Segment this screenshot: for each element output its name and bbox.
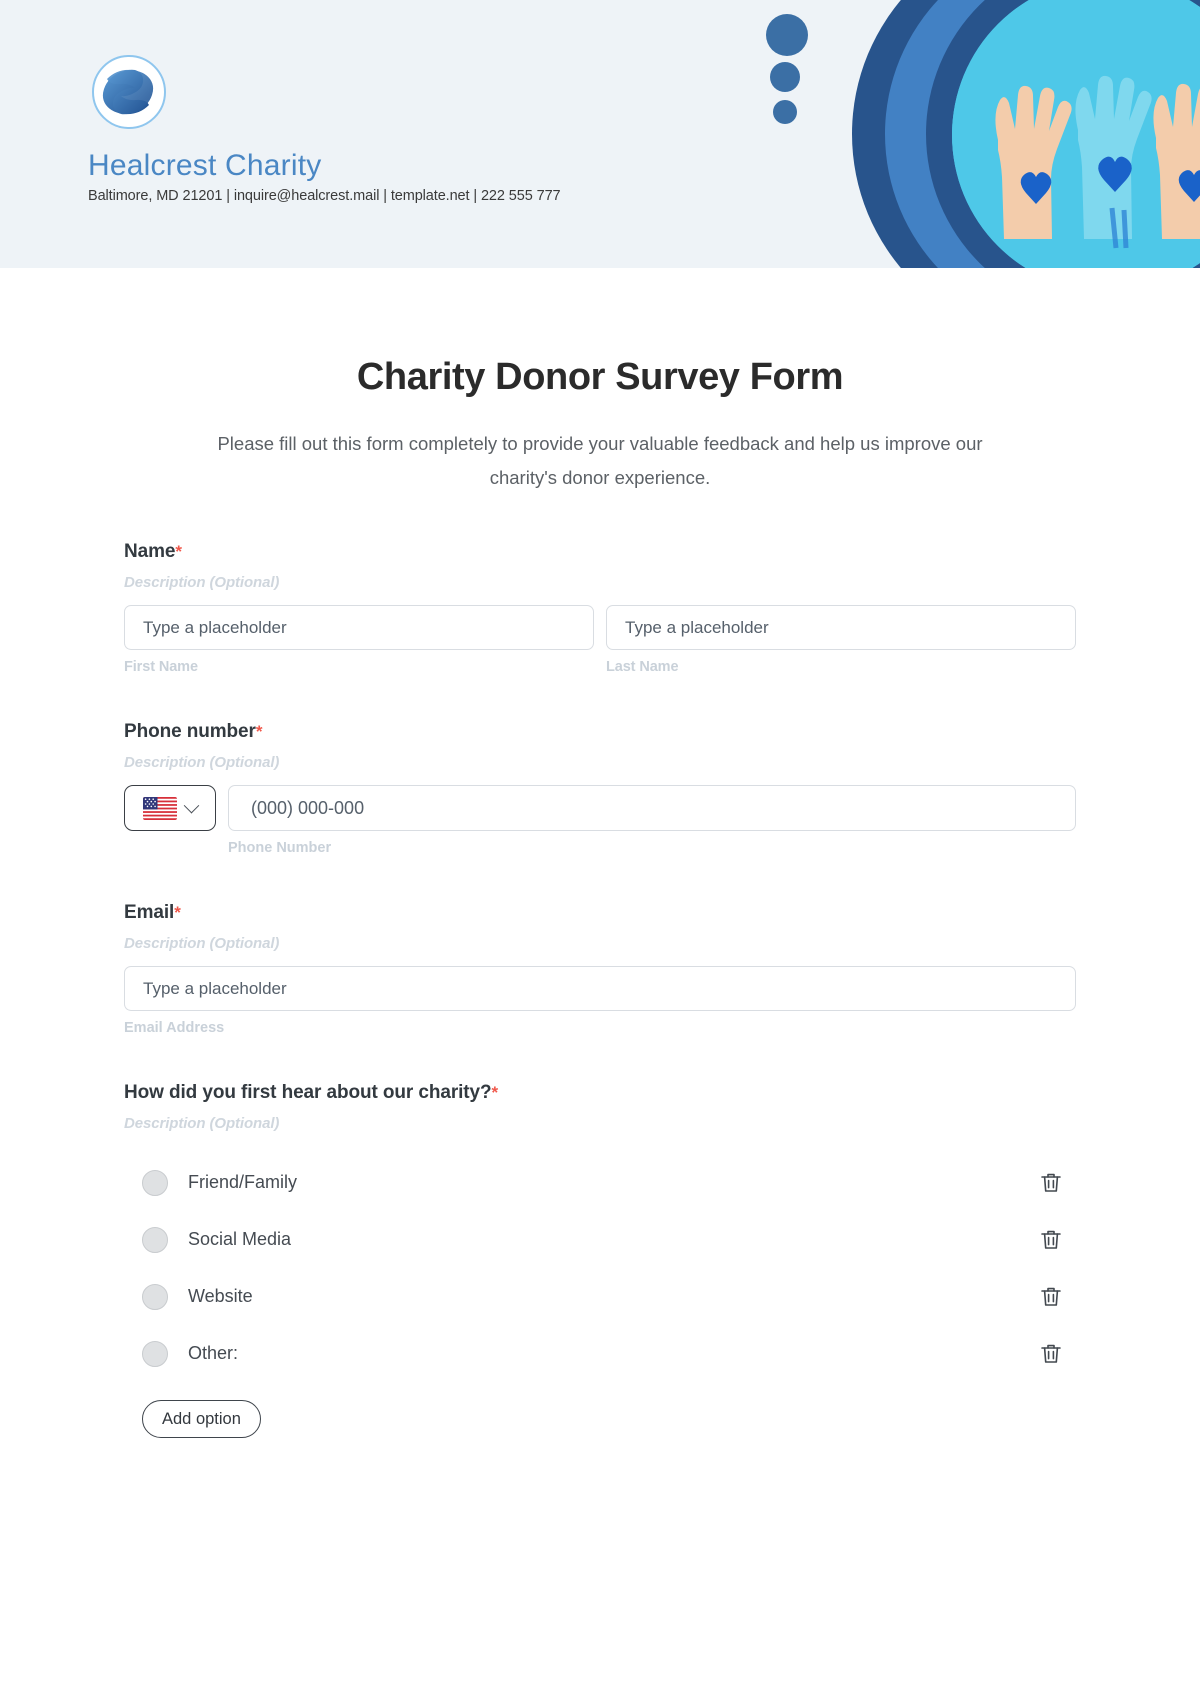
trash-icon[interactable]	[1038, 1284, 1064, 1310]
trash-icon[interactable]	[1038, 1341, 1064, 1367]
phone-number-input[interactable]	[228, 785, 1076, 832]
hear-about-options: Friend/Family Social Media Website Other…	[124, 1154, 1076, 1382]
add-option-button[interactable]: Add option	[142, 1400, 261, 1439]
field-name-label-text: Name	[124, 541, 176, 563]
field-hear-about: How did you first hear about our charity…	[124, 1082, 1076, 1439]
field-phone: Phone number* Description (Optional) (00…	[124, 721, 1076, 856]
raised-hands-photo-icon	[952, 0, 1200, 268]
decorative-dot-large	[766, 14, 808, 56]
header-decoration	[730, 0, 1200, 268]
field-email-description: Description (Optional)	[124, 935, 280, 953]
us-flag-icon	[143, 796, 177, 820]
radio-button[interactable]	[142, 1340, 168, 1367]
trash-icon[interactable]	[1038, 1170, 1064, 1196]
required-asterisk: *	[491, 1083, 499, 1103]
form-sheet: Charity Donor Survey Form Please fill ou…	[0, 268, 1200, 1439]
chevron-down-icon	[183, 797, 200, 814]
field-phone-description: Description (Optional)	[124, 754, 280, 772]
field-name: Name* Description (Optional) First Name …	[124, 541, 1076, 675]
email-sublabel: Email Address	[124, 1020, 225, 1037]
field-email: Email* Description (Optional) Email Addr…	[124, 902, 1076, 1036]
field-name-label: Name*	[124, 541, 1076, 563]
first-name-input[interactable]	[124, 605, 594, 651]
field-email-label: Email*	[124, 902, 1076, 924]
brand-block: Healcrest Charity Baltimore, MD 21201 | …	[88, 55, 708, 204]
country-code-select[interactable]	[124, 785, 216, 832]
phone-sublabel: Phone Number	[228, 840, 332, 857]
radio-button[interactable]	[142, 1226, 168, 1253]
decorative-dot-medium	[770, 62, 800, 92]
page-header: Healcrest Charity Baltimore, MD 21201 | …	[0, 0, 1200, 268]
field-hear-about-label: How did you first hear about our charity…	[124, 1082, 1076, 1104]
last-name-sublabel: Last Name	[606, 659, 679, 676]
option-label: Social Media	[188, 1229, 292, 1250]
form-body: Name* Description (Optional) First Name …	[0, 541, 1200, 1439]
field-hear-about-label-text: How did you first hear about our charity…	[124, 1082, 492, 1104]
name-sublabels: First Name Last Name	[124, 659, 1076, 675]
first-name-sublabel: First Name	[124, 659, 198, 676]
trash-icon[interactable]	[1038, 1227, 1064, 1253]
option-row[interactable]: Friend/Family	[124, 1154, 1076, 1211]
helping-hands-logo-icon	[92, 55, 166, 129]
field-hear-about-description: Description (Optional)	[124, 1115, 280, 1133]
decorative-dot-small	[773, 100, 797, 124]
page-title: Charity Donor Survey Form	[356, 356, 844, 398]
field-phone-label-text: Phone number	[124, 721, 256, 743]
option-row[interactable]: Other:	[124, 1325, 1076, 1382]
field-email-label-text: Email	[124, 902, 175, 924]
brand-contact-line: Baltimore, MD 21201 | inquire@healcrest.…	[88, 188, 561, 204]
radio-button[interactable]	[142, 1169, 168, 1196]
phone-input-row	[124, 785, 1076, 832]
required-asterisk: *	[175, 542, 182, 562]
option-row[interactable]: Social Media	[124, 1211, 1076, 1268]
last-name-input[interactable]	[606, 605, 1076, 651]
radio-button[interactable]	[142, 1283, 168, 1310]
name-input-row	[124, 605, 1076, 651]
email-input-row	[124, 966, 1076, 1012]
option-row[interactable]: Website	[124, 1268, 1076, 1325]
field-name-description: Description (Optional)	[124, 574, 280, 592]
option-label: Other:	[188, 1343, 239, 1364]
required-asterisk: *	[174, 903, 181, 923]
option-label: Friend/Family	[188, 1172, 298, 1193]
email-input[interactable]	[124, 966, 1076, 1012]
brand-name: Healcrest Charity	[88, 149, 322, 182]
page-subtitle: Please fill out this form completely to …	[217, 433, 983, 489]
option-label: Website	[188, 1286, 253, 1307]
field-phone-label: Phone number*	[124, 721, 1076, 743]
required-asterisk: *	[255, 722, 263, 742]
